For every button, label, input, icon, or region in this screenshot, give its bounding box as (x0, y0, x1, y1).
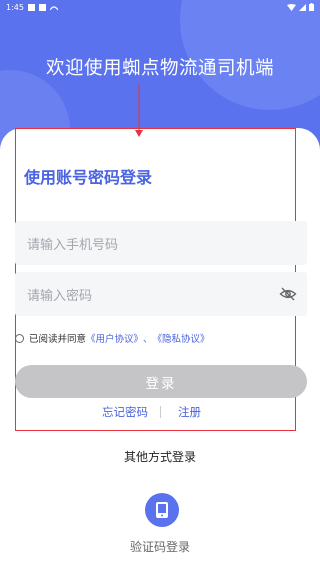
agreement-prefix: 已阅读并同意 (29, 334, 87, 345)
phone-input[interactable]: 请输入手机号码 (15, 221, 307, 265)
divider (160, 406, 161, 418)
agreement-separator: 、 (143, 334, 153, 345)
status-bar: 1:45 (0, 0, 320, 14)
password-input[interactable]: 请输入密码 (15, 272, 307, 316)
cast-icon (49, 6, 58, 10)
other-login-title: 其他方式登录 (123, 450, 196, 464)
forgot-password-link[interactable]: 忘记密码 (102, 404, 148, 420)
agreement-checkbox[interactable] (15, 333, 24, 343)
privacy-policy-link[interactable]: 《隐私协议》 (153, 331, 210, 345)
code-login-button[interactable] (145, 493, 179, 527)
register-link[interactable]: 注册 (178, 404, 201, 420)
login-button[interactable]: 登录 (15, 365, 307, 398)
wifi-icon (287, 3, 296, 11)
eye-off-icon[interactable] (279, 285, 297, 303)
status-time: 1:45 (6, 2, 24, 12)
notification-icon (38, 3, 46, 11)
login-title: 使用账号密码登录 (24, 168, 153, 187)
agreement-row: 已阅读并同意 《用户协议》 、 《隐私协议》 (15, 331, 210, 345)
notification-icon (27, 3, 35, 11)
signal-icon (299, 3, 306, 11)
battery-icon (309, 3, 314, 11)
password-placeholder: 请输入密码 (27, 288, 93, 304)
user-agreement-link[interactable]: 《用户协议》 (86, 331, 143, 345)
code-login-label[interactable]: 验证码登录 (0, 538, 320, 555)
welcome-headline: 欢迎使用蜘点物流通司机端 (45, 58, 274, 79)
phone-icon (156, 502, 168, 518)
phone-placeholder: 请输入手机号码 (27, 237, 119, 253)
